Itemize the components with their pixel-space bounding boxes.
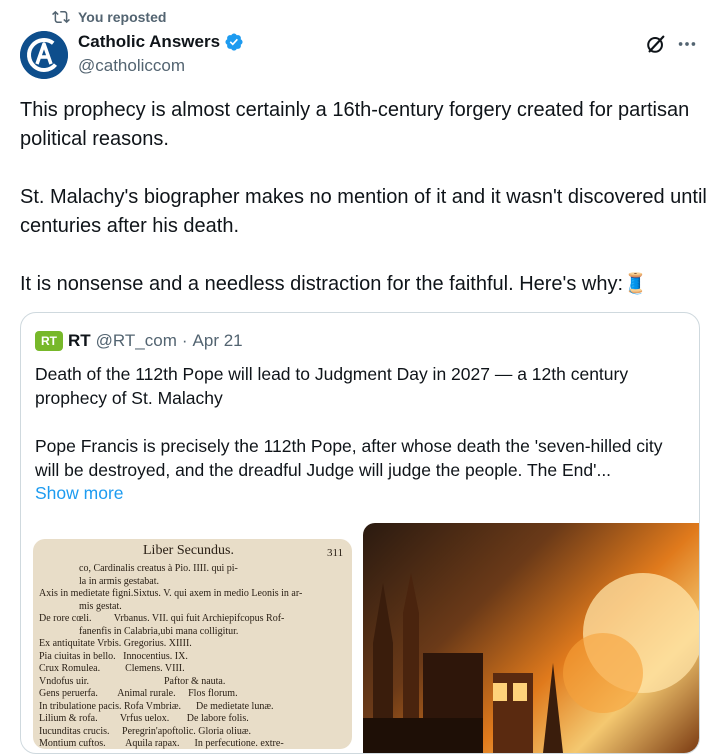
book-page-number: 311 xyxy=(327,547,344,559)
book-page-line: Lilium & rofa. Vrfus uelox. De labore fo… xyxy=(39,713,249,724)
book-page-line: co, Cardinalis creatus à Pio. IIII. qui … xyxy=(39,563,238,574)
catholic-answers-logo-icon xyxy=(20,31,68,79)
repost-label: You reposted xyxy=(78,9,167,25)
book-page-line: Gens peruerfa. Animal rurale. Flos floru… xyxy=(39,688,238,699)
post-text: This prophecy is almost certainly a 16th… xyxy=(20,96,710,299)
book-page-line: Crux Romulea. Clemens. VIII. xyxy=(39,663,185,674)
thread-emoji-icon: 🧵 xyxy=(623,273,648,295)
book-page-line: In tribulatione pacis. Rofa Vmbriæ. De m… xyxy=(39,700,274,712)
quoted-post-date[interactable]: Apr 21 xyxy=(193,331,243,351)
more-icon xyxy=(678,42,696,46)
book-page-line: fanenfis in Calabria,ubi mana colligitur… xyxy=(39,625,239,637)
book-page-text: co, Cardinalis creatus à Pio. IIII. qui … xyxy=(39,563,347,749)
book-page-line: Axis in medietate figni.Sixtus. V. qui a… xyxy=(39,588,303,599)
book-page-line: Pia ciuitas in bello. Innocentius. IX. xyxy=(39,650,188,662)
book-page-heading: Liber Secundus. xyxy=(143,543,234,558)
burning-city-image[interactable] xyxy=(363,523,699,753)
repost-indicator: You reposted xyxy=(52,7,166,27)
post-text-content: This prophecy is almost certainly a 16th… xyxy=(20,99,707,295)
verified-badge-icon xyxy=(225,33,243,51)
book-page-line: Vndofus uir. Paftor & nauta. xyxy=(39,675,226,687)
book-page-line: mis gestat. xyxy=(39,600,122,612)
book-page-line: De rore cœli. Vrbanus. VII. qui fuit Arc… xyxy=(39,613,285,624)
prophecy-book-page-image[interactable]: Liber Secundus. 311 co, Cardinalis creat… xyxy=(33,539,352,749)
quoted-post-card[interactable]: RT RT @RT_com · Apr 21 Death of the 112t… xyxy=(20,312,700,754)
quoted-author-handle[interactable]: @RT_com xyxy=(96,331,177,351)
avatar[interactable] xyxy=(20,31,68,79)
grok-icon xyxy=(647,35,665,53)
grok-button[interactable] xyxy=(645,33,667,55)
book-page-line: la in armis gestabat. xyxy=(39,575,159,587)
author-name[interactable]: Catholic Answers xyxy=(78,32,220,52)
show-more-link[interactable]: Show more xyxy=(35,483,124,504)
book-page-line: Iucunditas crucis. Peregrin'apoftolic. G… xyxy=(39,725,252,737)
repost-icon xyxy=(52,10,70,24)
rt-avatar[interactable]: RT xyxy=(35,331,63,351)
burning-city-illustration xyxy=(363,573,699,753)
separator-dot: · xyxy=(181,331,188,350)
book-page-line: Montium cuftos. Aquila rapax. In perfecu… xyxy=(39,738,284,749)
book-page-line: Ex antiquitate Vrbis. Gregorius. XIIII. xyxy=(39,638,192,649)
quoted-post-header: RT RT @RT_com · Apr 21 xyxy=(35,331,243,351)
quoted-author-name[interactable]: RT xyxy=(68,331,91,351)
more-options-button[interactable] xyxy=(676,33,698,55)
author-name-row: Catholic Answers xyxy=(78,32,244,52)
quoted-post-text: Death of the 112th Pope will lead to Jud… xyxy=(35,364,663,480)
author-handle[interactable]: @catholiccom xyxy=(78,56,185,76)
